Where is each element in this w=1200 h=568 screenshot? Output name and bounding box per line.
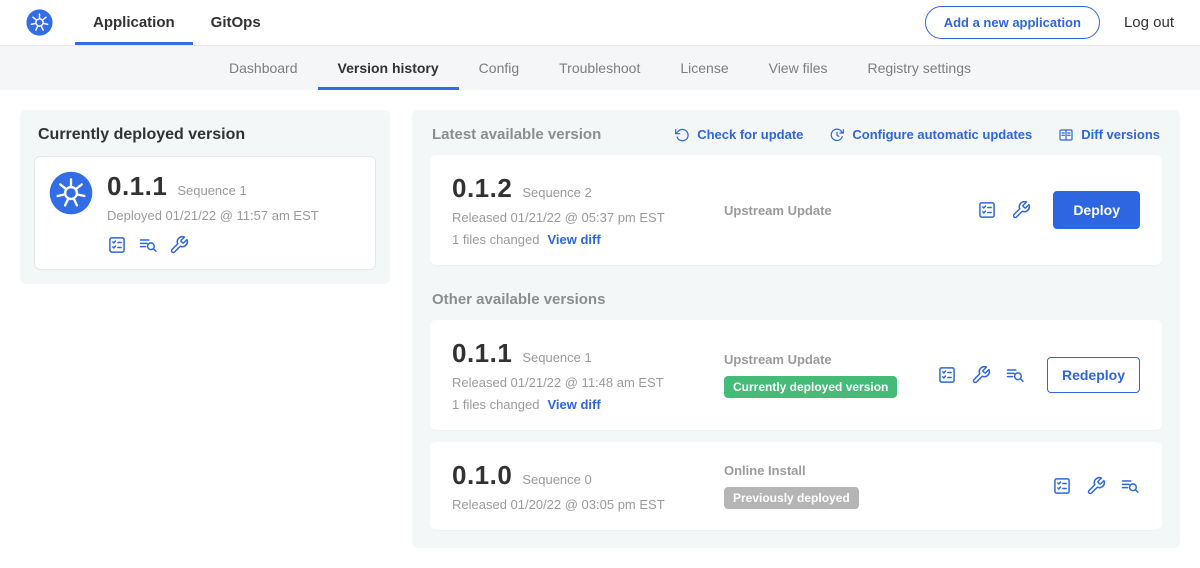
tab-dashboard[interactable]: Dashboard [209,46,318,90]
latest-version-card: 0.1.2 Sequence 2 Released 01/21/22 @ 05:… [430,155,1162,265]
kubernetes-logo-icon [26,9,53,36]
version-history-panel: Latest available version Check for updat… [412,110,1180,548]
version-source-label: Upstream Update [724,203,977,218]
configure-automatic-updates-label: Configure automatic updates [852,127,1032,142]
version-card-0-1-1: 0.1.1 Sequence 1 Released 01/21/22 @ 11:… [430,320,1162,430]
check-for-update-label: Check for update [697,127,803,142]
sequence-label: Sequence 2 [522,185,591,200]
diff-versions-link[interactable]: Diff versions [1058,127,1160,143]
tab-config[interactable]: Config [459,46,539,90]
tab-troubleshoot[interactable]: Troubleshoot [539,46,660,90]
edit-config-icon[interactable] [1086,476,1106,496]
tab-license[interactable]: License [660,46,748,90]
version-card-0-1-0: 0.1.0 Sequence 0 Released 01/20/22 @ 03:… [430,442,1162,530]
app-subnav: Dashboard Version history Config Trouble… [0,46,1200,90]
currently-deployed-panel: Currently deployed version [20,110,390,284]
release-notes-icon[interactable] [937,365,957,385]
configure-automatic-updates-link[interactable]: Configure automatic updates [829,127,1032,143]
tab-view-files[interactable]: View files [749,46,848,90]
redeploy-button[interactable]: Redeploy [1047,357,1140,393]
other-versions-title: Other available versions [432,291,1160,308]
tab-application-label: Application [93,14,175,31]
diff-versions-label: Diff versions [1081,127,1160,142]
previously-deployed-badge: Previously deployed [724,487,859,509]
view-diff-icon[interactable] [138,235,158,255]
files-changed-label: 1 files changed [452,232,539,247]
tab-registry-settings[interactable]: Registry settings [848,46,991,90]
top-navbar: Application GitOps Add a new application… [0,0,1200,46]
add-application-button[interactable]: Add a new application [925,6,1100,39]
refresh-icon [674,127,690,143]
tab-version-history[interactable]: Version history [318,46,459,90]
deployed-date: Deployed 01/21/22 @ 11:57 am EST [107,208,319,223]
edit-config-icon[interactable] [1011,200,1031,220]
deploy-button[interactable]: Deploy [1053,191,1140,229]
deployed-version-number: 0.1.1 [107,171,167,202]
version-source-label: Upstream Update [724,352,937,367]
version-source-label: Online Install [724,463,1052,478]
released-date: Released 01/21/22 @ 11:48 am EST [452,375,720,390]
sequence-label: Sequence 1 [522,350,591,365]
view-diff-link[interactable]: View diff [547,397,600,412]
sequence-label: Sequence 0 [522,472,591,487]
released-date: Released 01/21/22 @ 05:37 pm EST [452,210,720,225]
edit-config-icon[interactable] [169,235,189,255]
view-diff-icon[interactable] [1120,476,1140,496]
files-changed-label: 1 files changed [452,397,539,412]
tab-gitops[interactable]: GitOps [193,0,279,45]
deployed-version-card: 0.1.1 Sequence 1 Deployed 01/21/22 @ 11:… [34,156,376,270]
version-number: 0.1.1 [452,338,512,369]
currently-deployed-badge: Currently deployed version [724,376,897,398]
tab-application[interactable]: Application [75,0,193,45]
logout-link[interactable]: Log out [1124,14,1174,31]
release-notes-icon[interactable] [107,235,127,255]
deployed-panel-title: Currently deployed version [38,126,372,144]
version-number: 0.1.0 [452,460,512,491]
version-number: 0.1.2 [452,173,512,204]
diff-panes-icon [1058,127,1074,143]
edit-config-icon[interactable] [971,365,991,385]
view-diff-link[interactable]: View diff [547,232,600,247]
release-notes-icon[interactable] [977,200,997,220]
released-date: Released 01/20/22 @ 03:05 pm EST [452,497,720,512]
deployed-sequence-label: Sequence 1 [177,183,246,198]
main-content: Currently deployed version [0,90,1200,568]
primary-nav: Application GitOps [75,0,279,45]
latest-available-title: Latest available version [432,126,601,143]
check-for-update-link[interactable]: Check for update [674,127,803,143]
view-diff-icon[interactable] [1005,365,1025,385]
clock-refresh-icon [829,127,845,143]
app-logo-icon [49,171,93,255]
tab-gitops-label: GitOps [211,14,261,31]
release-notes-icon[interactable] [1052,476,1072,496]
